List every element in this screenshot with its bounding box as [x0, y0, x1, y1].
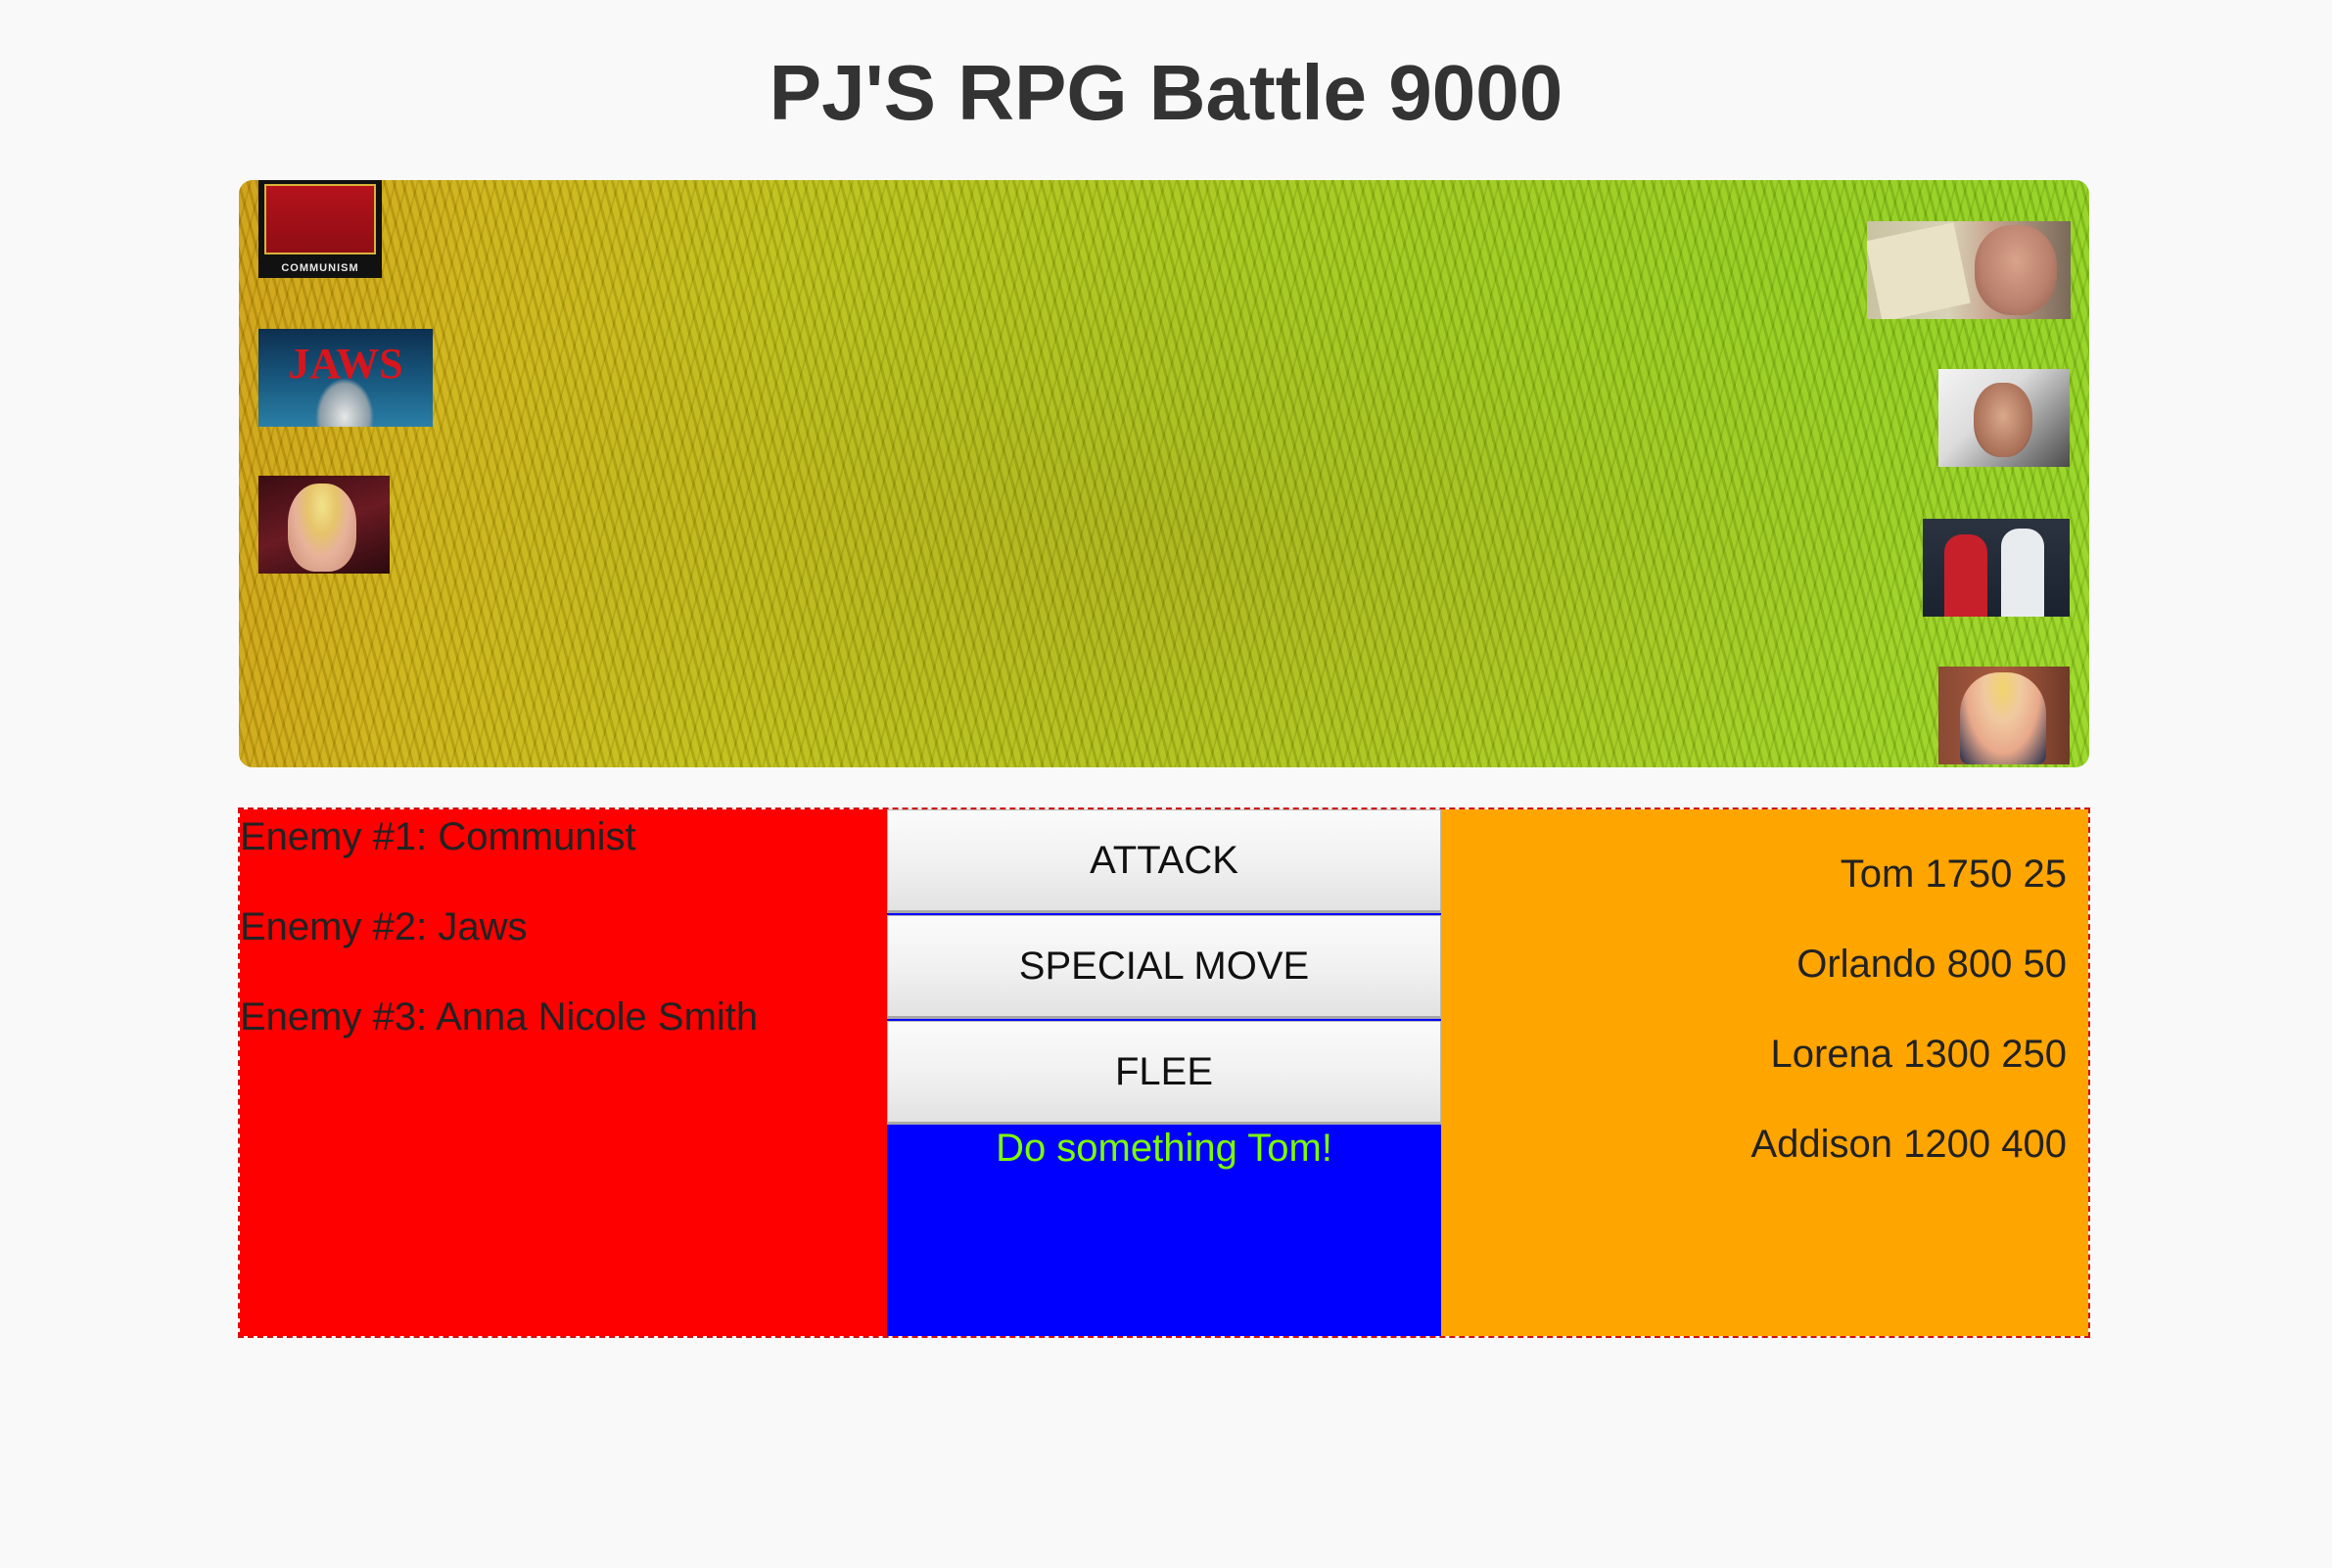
status-message: Do something Tom! [996, 1127, 1332, 1170]
battlefield: COMMUNISM JAWS [239, 180, 2089, 767]
enemy-list-item: Enemy #2: Jaws [240, 905, 528, 948]
attack-button[interactable]: ATTACK [887, 809, 1441, 913]
hero-stats-item: Addison 1200 400 [1750, 1123, 2068, 1166]
hero-stats-panel: Tom 1750 25 Orlando 800 50 Lorena 1300 2… [1441, 809, 2088, 1336]
tom-note-image [1867, 222, 1971, 319]
hero-stats-item: Lorena 1300 250 [1770, 1033, 2068, 1076]
enemy-list-item: Enemy #3: Anna Nicole Smith [240, 995, 759, 1038]
anna-portrait-image [288, 484, 356, 572]
orlando-portrait-image [1974, 383, 2032, 457]
tom-portrait-image [1975, 225, 2057, 315]
enemy-list-item: Enemy #1: Communist [240, 815, 636, 858]
enemy-sprite-communist[interactable]: COMMUNISM [258, 180, 382, 278]
special-move-button[interactable]: SPECIAL MOVE [887, 915, 1441, 1019]
communist-poster-image [264, 184, 376, 254]
communist-poster-caption: COMMUNISM [281, 262, 359, 274]
hero-sprite-tom[interactable] [1867, 221, 2071, 319]
addison-portrait-image [1960, 672, 2046, 764]
flee-button[interactable]: FLEE [887, 1021, 1441, 1125]
shark-image [315, 378, 374, 427]
hero-stats-item: Orlando 800 50 [1796, 943, 2067, 986]
hero-stats-item: Tom 1750 25 [1840, 853, 2067, 896]
hero-sprite-orlando[interactable] [1938, 369, 2070, 467]
enemy-list-panel: Enemy #1: Communist Enemy #2: Jaws Enemy… [240, 809, 887, 1336]
hero-sprite-lorena[interactable] [1923, 519, 2070, 617]
enemy-sprite-jaws[interactable]: JAWS [258, 329, 433, 427]
grass-background [239, 180, 2089, 767]
action-panel: ATTACK SPECIAL MOVE FLEE Do something To… [887, 809, 1441, 1336]
control-panel: Enemy #1: Communist Enemy #2: Jaws Enemy… [238, 807, 2090, 1338]
hero-sprite-addison[interactable] [1938, 667, 2070, 764]
lorena-player-white-image [2001, 529, 2044, 617]
enemy-sprite-anna-nicole-smith[interactable] [258, 476, 390, 574]
lorena-player-red-image [1944, 534, 1987, 617]
page-title: PJ'S RPG Battle 9000 [769, 49, 1563, 136]
